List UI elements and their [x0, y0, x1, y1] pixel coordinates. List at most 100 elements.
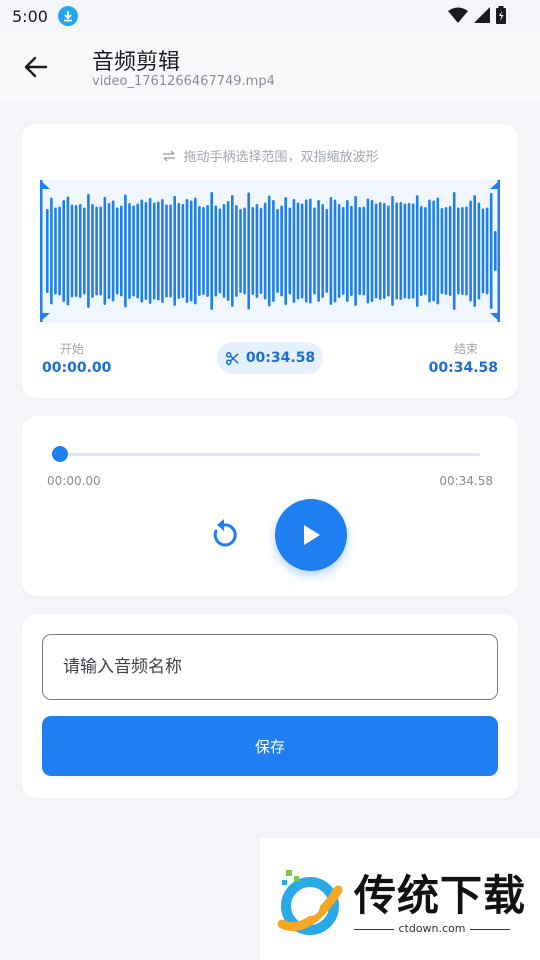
waveform-bar — [165, 204, 168, 298]
waveform-bars — [46, 192, 497, 310]
waveform-bar — [333, 199, 337, 303]
waveform[interactable] — [40, 180, 500, 322]
waveform-bar — [115, 207, 119, 295]
page-title: 音频剪辑 — [92, 50, 181, 75]
waveform-bar — [239, 209, 242, 293]
range-hint: 拖动手柄选择范围，双指缩放波形 — [22, 146, 518, 165]
waveform-bar — [210, 192, 213, 310]
waveform-bar — [313, 207, 316, 295]
audio-name-input[interactable] — [42, 634, 498, 700]
waveform-bar — [346, 200, 349, 302]
end-handle[interactable] — [488, 180, 502, 322]
play-button[interactable] — [275, 499, 347, 571]
waveform-bar — [177, 203, 181, 299]
waveform-bar — [189, 200, 193, 302]
waveform-bar — [473, 195, 476, 307]
waveform-bar — [296, 202, 300, 300]
waveform-bar — [95, 206, 98, 296]
waveform-bar — [288, 207, 292, 295]
scissors-icon — [225, 351, 239, 365]
waveform-bar — [120, 205, 123, 297]
start-label: 开始 — [60, 342, 85, 356]
waveform-bar — [173, 196, 176, 306]
waveform-bar — [194, 197, 197, 305]
waveform-bar — [247, 192, 250, 310]
start-handle[interactable] — [38, 180, 52, 322]
replay-button[interactable] — [206, 516, 242, 552]
seek-track[interactable] — [60, 453, 480, 456]
waveform-bar — [329, 197, 333, 305]
waveform-bar — [87, 194, 90, 308]
save-card: 保存 — [22, 614, 518, 798]
waveform-bar — [366, 198, 370, 304]
waveform-bar — [383, 203, 386, 299]
waveform-bar — [465, 206, 468, 296]
waveform-bar — [235, 205, 238, 297]
waveform-bar — [202, 207, 205, 295]
watermark-brand: 传统下载 — [354, 871, 527, 920]
waveform-bar — [420, 206, 423, 296]
waveform-bar — [292, 199, 296, 303]
waveform-bar — [370, 200, 374, 302]
waveform-bar — [317, 200, 320, 302]
waveform-bar — [424, 207, 427, 295]
waveform-bar — [58, 206, 61, 296]
waveform-bar — [387, 205, 390, 297]
end-time: 00:34.58 — [428, 360, 498, 376]
status-bar: 5:00 — [0, 0, 540, 32]
waveform-bar — [231, 195, 234, 307]
waveform-bar — [448, 206, 452, 296]
waveform-bar — [169, 204, 172, 298]
save-button[interactable]: 保存 — [42, 716, 498, 776]
waveform-bar — [272, 200, 275, 302]
total-duration: 00:34.58 — [439, 474, 493, 488]
waveform-bar — [218, 208, 222, 294]
swap-horizontal-icon — [163, 150, 176, 161]
waveform-bar — [107, 203, 111, 299]
waveform-bar — [321, 204, 324, 298]
seek-thumb[interactable] — [52, 446, 68, 462]
waveform-bar — [54, 207, 57, 295]
arrow-left-icon — [24, 56, 48, 78]
waveform-bar — [300, 203, 304, 299]
waveform-bar — [411, 203, 415, 299]
waveform-bar — [428, 199, 431, 303]
waveform-bar — [440, 208, 444, 294]
waveform-bar — [243, 207, 246, 295]
waveform-bar — [284, 197, 287, 305]
waveform-bar — [309, 198, 312, 304]
file-name: video_1761266467749.mp4 — [92, 74, 275, 89]
waveform-bar — [407, 203, 411, 299]
waveform-bar — [403, 203, 407, 299]
replay-icon — [213, 519, 237, 547]
waveform-bar — [432, 200, 435, 302]
waveform-bar — [280, 205, 283, 297]
back-button[interactable] — [18, 52, 54, 82]
waveform-card: 拖动手柄选择范围，双指缩放波形 开始 00:00.00 00:34.58 结束 … — [22, 124, 518, 398]
waveform-bar — [436, 197, 440, 305]
waveform-bar — [152, 202, 156, 300]
range-hint-text: 拖动手柄选择范围，双指缩放波形 — [183, 150, 379, 165]
waveform-bar — [157, 201, 160, 301]
waveform-bar — [103, 197, 107, 305]
play-icon — [304, 525, 320, 545]
waveform-bar — [70, 204, 74, 298]
watermark-logo-icon — [277, 870, 343, 935]
waveform-bar — [358, 207, 361, 295]
waveform-bar — [140, 199, 144, 303]
waveform-bar — [267, 195, 271, 307]
waveform-bar — [214, 205, 218, 297]
watermark-url: ctdown.com — [398, 922, 466, 935]
start-time: 00:00.00 — [42, 360, 112, 376]
waveform-bar — [111, 200, 115, 302]
waveform-bar — [374, 203, 378, 299]
waveform-bar — [74, 205, 78, 297]
waveform-bar — [457, 207, 460, 295]
waveform-bar — [350, 206, 353, 296]
waveform-bar — [304, 199, 308, 303]
waveform-bar — [185, 199, 189, 303]
waveform-bar — [161, 199, 164, 303]
waveform-bar — [78, 204, 82, 298]
signal-icon — [474, 7, 490, 27]
player-card: 00:00.00 00:34.58 — [22, 416, 518, 596]
